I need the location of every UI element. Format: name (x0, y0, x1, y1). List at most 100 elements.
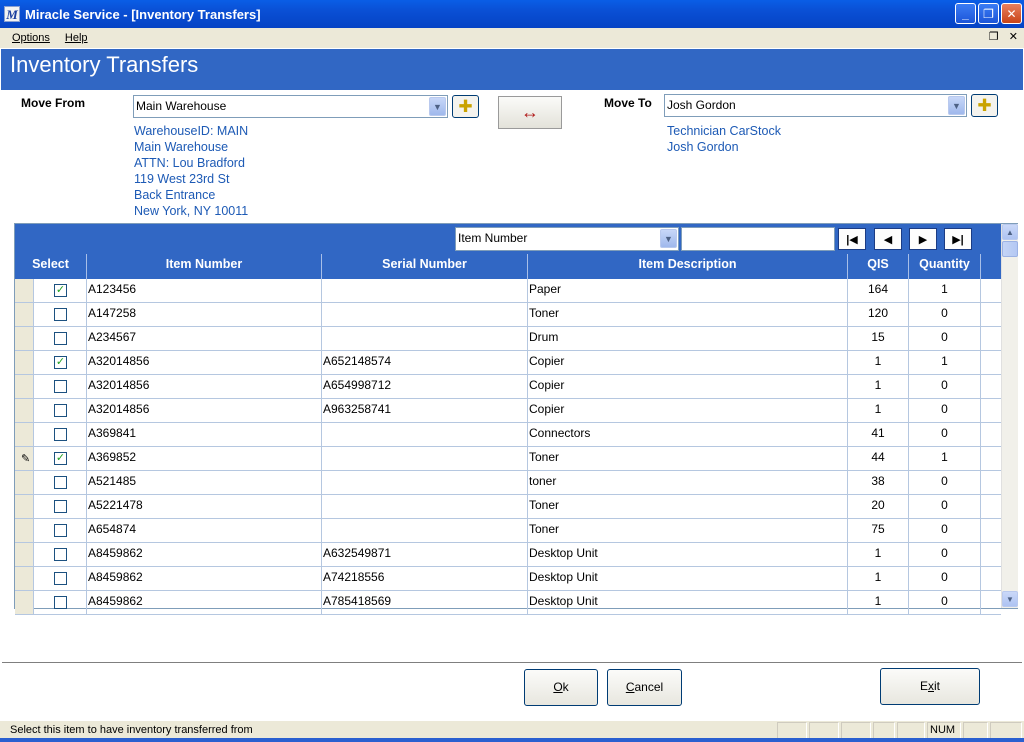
item-number-cell[interactable]: A5221478 (87, 495, 322, 518)
item-description-cell[interactable]: Toner (528, 495, 848, 518)
select-checkbox[interactable] (54, 404, 67, 417)
table-row[interactable]: A369841 Connectors 41 0 (15, 423, 1001, 447)
row-selector[interactable] (15, 399, 34, 422)
item-description-cell[interactable]: Toner (528, 447, 848, 470)
table-row[interactable]: A654874 Toner 75 0 (15, 519, 1001, 543)
serial-number-cell[interactable]: A785418569 (322, 591, 528, 614)
item-description-cell[interactable]: Copier (528, 351, 848, 374)
col-qis[interactable]: QIS (848, 254, 909, 279)
serial-number-cell[interactable]: A654998712 (322, 375, 528, 398)
item-description-cell[interactable]: Desktop Unit (528, 543, 848, 566)
cancel-button[interactable]: Cancel (607, 669, 682, 706)
item-number-cell[interactable]: A8459862 (87, 567, 322, 590)
quantity-cell[interactable]: 0 (909, 399, 981, 422)
item-description-cell[interactable]: Desktop Unit (528, 591, 848, 614)
table-row[interactable]: A8459862 A785418569 Desktop Unit 1 0 (15, 591, 1001, 615)
select-checkbox[interactable] (54, 332, 67, 345)
serial-number-cell[interactable]: A632549871 (322, 543, 528, 566)
table-row[interactable]: A8459862 A632549871 Desktop Unit 1 0 (15, 543, 1001, 567)
ok-button[interactable]: Ok (524, 669, 598, 706)
row-selector[interactable] (15, 543, 34, 566)
table-row[interactable]: A32014856 A654998712 Copier 1 0 (15, 375, 1001, 399)
prev-record-button[interactable]: ◀ (874, 228, 902, 250)
serial-number-cell[interactable] (322, 423, 528, 446)
table-row[interactable]: ✓ A32014856 A652148574 Copier 1 1 (15, 351, 1001, 375)
table-row[interactable]: A521485 toner 38 0 (15, 471, 1001, 495)
serial-number-cell[interactable] (322, 447, 528, 470)
select-checkbox[interactable]: ✓ (54, 284, 67, 297)
select-checkbox[interactable] (54, 476, 67, 489)
serial-number-cell[interactable]: A963258741 (322, 399, 528, 422)
serial-number-cell[interactable]: A652148574 (322, 351, 528, 374)
quantity-cell[interactable]: 0 (909, 567, 981, 590)
col-item-number[interactable]: Item Number (87, 254, 322, 279)
item-number-cell[interactable]: A8459862 (87, 591, 322, 614)
col-serial-number[interactable]: Serial Number (322, 254, 528, 279)
item-description-cell[interactable]: Connectors (528, 423, 848, 446)
item-description-cell[interactable]: Paper (528, 279, 848, 302)
item-description-cell[interactable]: Drum (528, 327, 848, 350)
add-to-button[interactable]: ✚ (971, 94, 998, 117)
table-row[interactable]: ✎ ✓ A369852 Toner 44 1 (15, 447, 1001, 471)
select-checkbox[interactable] (54, 428, 67, 441)
item-description-cell[interactable]: toner (528, 471, 848, 494)
select-checkbox[interactable] (54, 308, 67, 321)
filter-value-input[interactable] (681, 227, 835, 251)
item-number-cell[interactable]: A123456 (87, 279, 322, 302)
table-row[interactable]: A234567 Drum 15 0 (15, 327, 1001, 351)
move-from-combo[interactable]: Main Warehouse ▼ (133, 95, 448, 118)
quantity-cell[interactable]: 0 (909, 471, 981, 494)
serial-number-cell[interactable]: A74218556 (322, 567, 528, 590)
item-description-cell[interactable]: Copier (528, 375, 848, 398)
item-number-cell[interactable]: A147258 (87, 303, 322, 326)
restore-button[interactable]: ❐ (978, 3, 999, 24)
table-row[interactable]: ✓ A123456 Paper 164 1 (15, 279, 1001, 303)
serial-number-cell[interactable] (322, 279, 528, 302)
row-selector[interactable] (15, 591, 34, 614)
menu-options[interactable]: Options (12, 32, 50, 44)
row-selector[interactable] (15, 351, 34, 374)
quantity-cell[interactable]: 0 (909, 423, 981, 446)
row-selector[interactable] (15, 519, 34, 542)
quantity-cell[interactable]: 0 (909, 327, 981, 350)
first-record-button[interactable]: |◀ (838, 228, 866, 250)
item-description-cell[interactable]: Copier (528, 399, 848, 422)
item-number-cell[interactable]: A32014856 (87, 375, 322, 398)
table-row[interactable]: A5221478 Toner 20 0 (15, 495, 1001, 519)
quantity-cell[interactable]: 1 (909, 447, 981, 470)
table-row[interactable]: A32014856 A963258741 Copier 1 0 (15, 399, 1001, 423)
mdi-restore-icon[interactable]: ❐ (989, 30, 999, 43)
select-checkbox[interactable] (54, 380, 67, 393)
row-selector[interactable] (15, 303, 34, 326)
mdi-close-icon[interactable]: ✕ (1009, 30, 1018, 43)
row-selector[interactable] (15, 279, 34, 302)
row-selector[interactable] (15, 423, 34, 446)
serial-number-cell[interactable] (322, 303, 528, 326)
serial-number-cell[interactable] (322, 495, 528, 518)
last-record-button[interactable]: ▶| (944, 228, 972, 250)
col-select[interactable]: Select (15, 254, 87, 279)
chevron-down-icon[interactable]: ▼ (429, 97, 446, 116)
col-item-description[interactable]: Item Description (528, 254, 848, 279)
filter-field-combo[interactable]: Item Number ▼ (455, 227, 679, 251)
scroll-down-icon[interactable]: ▼ (1002, 591, 1018, 607)
select-checkbox[interactable] (54, 572, 67, 585)
item-number-cell[interactable]: A234567 (87, 327, 322, 350)
quantity-cell[interactable]: 0 (909, 543, 981, 566)
select-checkbox[interactable] (54, 500, 67, 513)
quantity-cell[interactable]: 0 (909, 495, 981, 518)
row-selector[interactable] (15, 471, 34, 494)
item-number-cell[interactable]: A8459862 (87, 543, 322, 566)
select-checkbox[interactable] (54, 548, 67, 561)
move-to-combo[interactable]: Josh Gordon ▼ (664, 94, 967, 117)
item-number-cell[interactable]: A654874 (87, 519, 322, 542)
item-number-cell[interactable]: A32014856 (87, 351, 322, 374)
scroll-thumb[interactable] (1002, 241, 1018, 257)
item-description-cell[interactable]: Toner (528, 303, 848, 326)
table-row[interactable]: A8459862 A74218556 Desktop Unit 1 0 (15, 567, 1001, 591)
next-record-button[interactable]: ▶ (909, 228, 937, 250)
row-selector[interactable] (15, 375, 34, 398)
chevron-down-icon[interactable]: ▼ (660, 229, 677, 248)
serial-number-cell[interactable] (322, 471, 528, 494)
select-checkbox[interactable] (54, 596, 67, 609)
